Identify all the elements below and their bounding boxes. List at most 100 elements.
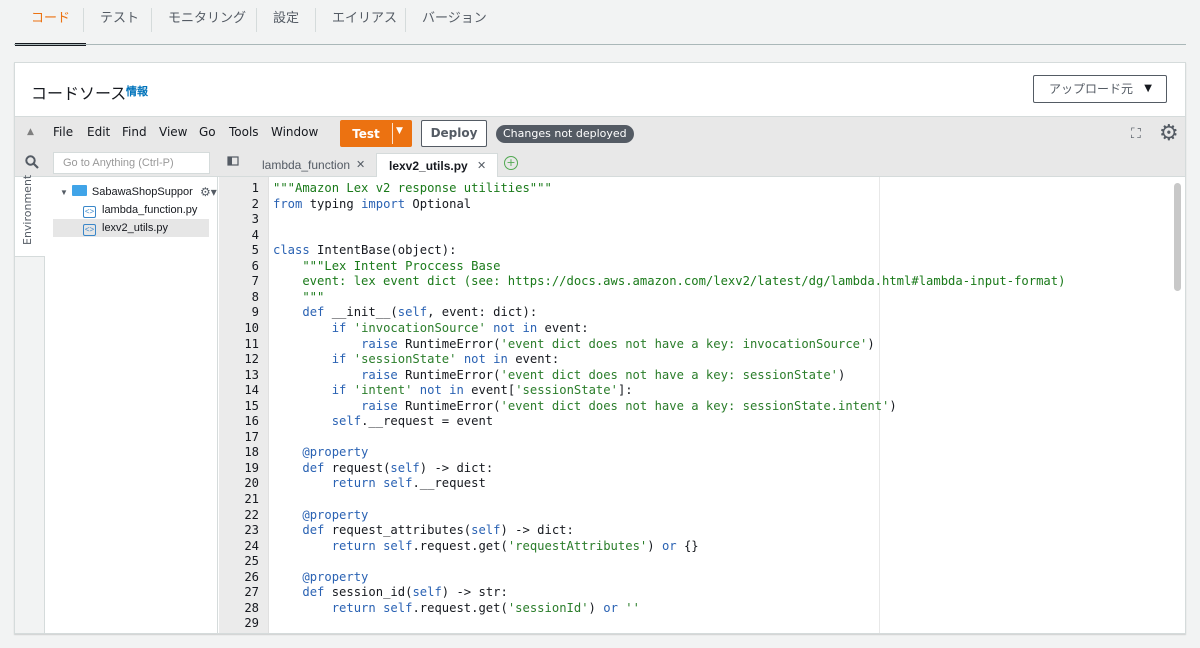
code-text: """ — [273, 289, 325, 304]
code-text: def session_id(self) -> str: — [302, 585, 508, 600]
code-text: self.__request = event — [331, 414, 494, 429]
code-text: """Lex Intent Proccess Base — [273, 258, 501, 273]
fullscreen-icon[interactable]: ⛶ — [1131, 126, 1141, 142]
code-text: def __init__(self, event: dict): — [302, 305, 538, 320]
upload-from-label: アップロード元 — [1049, 82, 1134, 96]
code-text: return self.request.get('sessionId') or … — [331, 600, 640, 615]
tree-folder[interactable]: ▼ SabawaShopSuppor ⚙▾ — [60, 183, 217, 201]
tab-code[interactable]: コード — [14, 0, 87, 46]
panel-title: コードソース — [31, 84, 127, 103]
search-icon[interactable] — [25, 155, 39, 173]
top-tab-bar: コード テスト モニタリング 設定 エイリアス バージョン — [0, 0, 1200, 46]
environment-tab[interactable]: Environment — [15, 174, 45, 257]
tab-divider — [405, 8, 406, 32]
code-text: """Amazon Lex v2 response utilities""" — [273, 181, 552, 195]
file-tab-lambda-function[interactable]: lambda_function ✕ — [250, 153, 373, 177]
line-number: 1 — [251, 181, 259, 195]
line-number: 26 — [244, 569, 259, 584]
deploy-status-badge: Changes not deployed — [496, 125, 634, 143]
line-number: 3 — [251, 212, 259, 227]
folder-icon — [71, 185, 87, 196]
folder-settings-icon[interactable]: ⚙▾ — [200, 183, 217, 201]
test-button[interactable]: Test ▼ — [340, 120, 412, 147]
line-number: 27 — [244, 585, 259, 600]
line-number: 25 — [244, 554, 259, 569]
line-number: 10 — [244, 320, 259, 335]
line-number: 11 — [244, 336, 259, 351]
line-number: 7 — [251, 274, 259, 289]
line-number: 2 — [251, 196, 259, 211]
line-number: 8 — [251, 289, 259, 304]
tab-divider — [83, 8, 84, 32]
editor-scrollbar[interactable] — [1174, 183, 1181, 291]
folder-name: SabawaShopSuppor — [91, 186, 193, 198]
line-number: 19 — [244, 460, 259, 475]
menu-go[interactable]: Go — [199, 125, 216, 139]
line-number: 12 — [244, 352, 259, 367]
menu-find[interactable]: Find — [122, 125, 147, 139]
python-file-icon: <> — [83, 224, 96, 236]
tab-aliases[interactable]: エイリアス — [332, 0, 397, 46]
close-tab-icon[interactable]: ✕ — [356, 153, 365, 177]
file-tab-label: lambda_function — [262, 158, 351, 172]
line-number: 22 — [244, 507, 259, 522]
test-dropdown-caret-icon[interactable]: ▼ — [396, 126, 403, 136]
tree-file-name: lambda_function.py — [102, 204, 198, 216]
line-number: 6 — [251, 258, 259, 273]
line-number: 28 — [244, 600, 259, 615]
python-file-icon: <> — [83, 206, 96, 218]
ide-toolbar: ▲ File Edit Find View Go Tools Window Te… — [15, 116, 1185, 149]
line-number: 15 — [244, 398, 259, 413]
menu-tools[interactable]: Tools — [229, 125, 259, 139]
code-text: @property — [302, 507, 369, 522]
menu-view[interactable]: View — [159, 125, 187, 139]
file-tree-toggle-icon[interactable] — [227, 155, 239, 170]
file-tab-bar: Go to Anything (Ctrl-P) lambda_function … — [15, 149, 1185, 178]
code-editor[interactable]: 1 """Amazon Lex v2 response utilities""" 2… — [219, 177, 1185, 633]
code-text: def request_attributes(self) -> dict: — [302, 523, 574, 538]
line-number: 21 — [244, 492, 259, 506]
tab-bar-underline — [14, 44, 1186, 45]
code-text: raise RuntimeError('event dict does not … — [361, 367, 846, 382]
tab-settings[interactable]: 設定 — [273, 0, 299, 46]
close-tab-icon[interactable]: ✕ — [477, 154, 486, 178]
tree-file-lambda-function[interactable]: <> lambda_function.py — [53, 201, 209, 219]
menu-window[interactable]: Window — [271, 125, 318, 139]
line-number: 18 — [244, 445, 259, 460]
line-number: 17 — [244, 429, 259, 444]
code-text: raise RuntimeError('event dict does not … — [361, 336, 875, 351]
code-text: class IntentBase(object): — [273, 243, 457, 258]
caret-down-icon: ▼ — [1144, 83, 1152, 94]
tab-test[interactable]: テスト — [100, 0, 139, 46]
gear-icon[interactable]: ⚙ — [1159, 121, 1179, 146]
line-number: 4 — [251, 227, 259, 242]
tab-divider — [151, 8, 152, 32]
menu-file[interactable]: File — [53, 125, 73, 139]
tree-file-name: lexv2_utils.py — [102, 222, 169, 234]
code-text: event: lex event dict (see: https://docs… — [273, 274, 1066, 289]
file-tab-lexv2-utils[interactable]: lexv2_utils.py ✕ — [376, 153, 498, 178]
info-link[interactable]: 情報 — [126, 83, 148, 99]
line-number: 5 — [251, 243, 259, 258]
menu-edit[interactable]: Edit — [87, 125, 110, 139]
code-source-panel: コードソース 情報 アップロード元 ▼ ▲ File Edit Find Vie… — [14, 62, 1186, 634]
file-tab-label: lexv2_utils.py — [389, 159, 468, 173]
add-tab-icon[interactable]: + — [504, 156, 518, 170]
goto-anything-input[interactable]: Go to Anything (Ctrl-P) — [53, 152, 210, 174]
line-number: 24 — [244, 538, 259, 553]
line-number: 16 — [244, 414, 259, 429]
tab-monitoring[interactable]: モニタリング — [168, 0, 246, 46]
deploy-button[interactable]: Deploy — [421, 120, 487, 147]
upload-from-button[interactable]: アップロード元 ▼ — [1033, 75, 1167, 103]
environment-label: Environment — [21, 174, 34, 245]
code-text: if 'invocationSource' not in event: — [331, 320, 589, 335]
tab-divider — [315, 8, 316, 32]
tab-versions[interactable]: バージョン — [422, 0, 487, 46]
code-text: @property — [302, 445, 369, 460]
environment-sidebar: Environment — [15, 174, 45, 633]
expand-caret-icon[interactable]: ▼ — [60, 188, 68, 197]
collapse-up-icon[interactable]: ▲ — [27, 127, 34, 137]
code-text: @property — [302, 569, 369, 584]
line-number: 23 — [244, 523, 259, 538]
tree-file-lexv2-utils[interactable]: <> lexv2_utils.py — [53, 219, 209, 237]
